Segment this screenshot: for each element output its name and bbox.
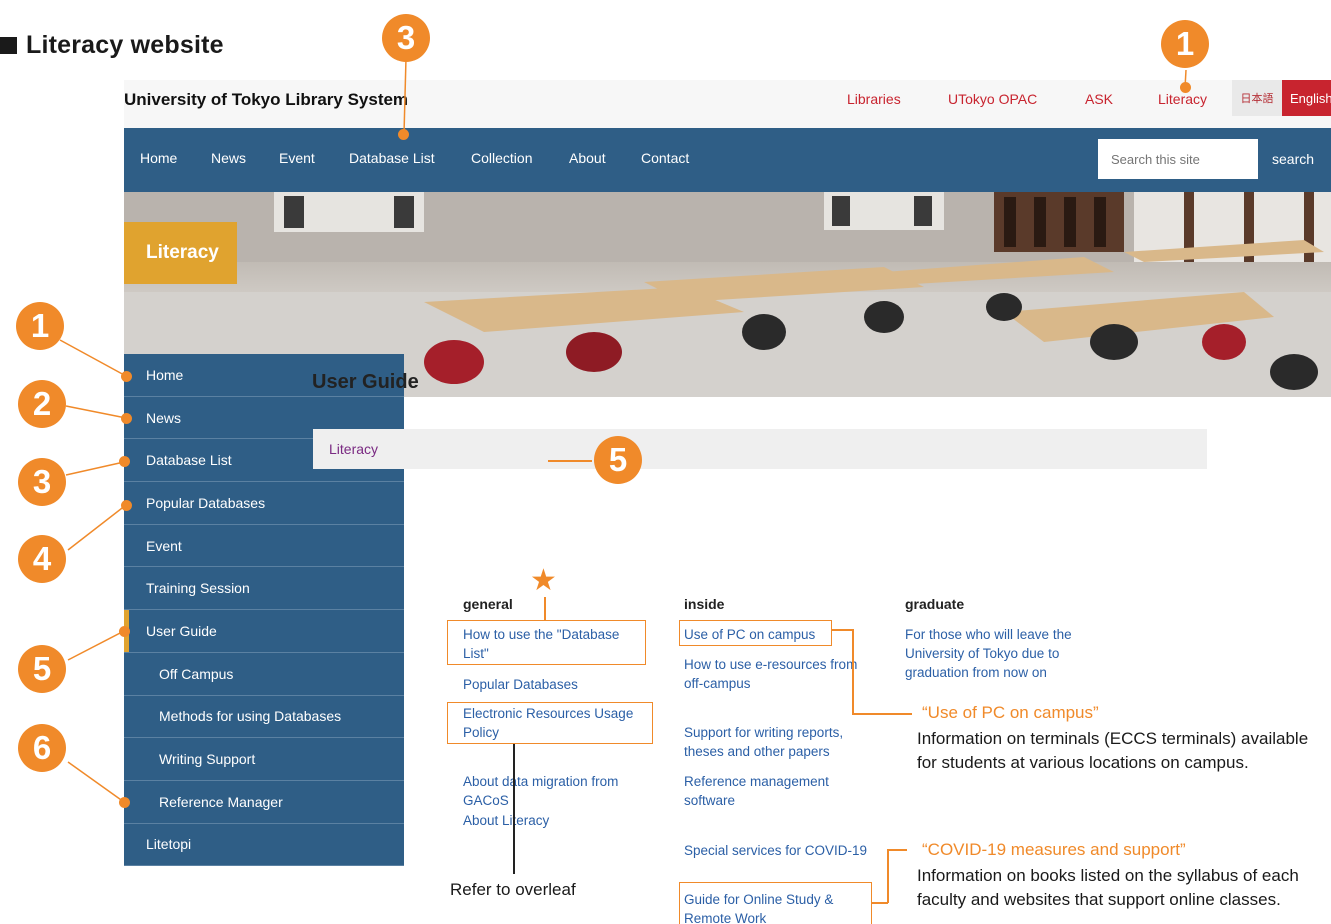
nav-event[interactable]: Event: [279, 150, 315, 166]
connector-pc-1: [832, 629, 853, 631]
link-writing-support[interactable]: Support for writing reports, theses and …: [684, 723, 874, 761]
link-graduates[interactable]: For those who will leave the University …: [905, 625, 1105, 682]
link-popular-databases[interactable]: Popular Databases: [463, 675, 643, 694]
toplink-opac[interactable]: UTokyo OPAC: [948, 91, 1037, 107]
badge-4-side: 4: [18, 535, 66, 583]
highlight-eresources-policy-link: [447, 702, 653, 744]
sidebar-item-training-session[interactable]: Training Session: [124, 567, 404, 611]
nav-news[interactable]: News: [211, 150, 246, 166]
site-title[interactable]: University of Tokyo Library System: [124, 90, 408, 110]
search-button[interactable]: search: [1258, 139, 1331, 179]
toplink-literacy[interactable]: Literacy: [1158, 91, 1207, 107]
nav-home[interactable]: Home: [140, 150, 177, 166]
badge-5-side: 5: [18, 645, 66, 693]
connector-title-badge: [548, 460, 592, 462]
nav-database-list[interactable]: Database List: [349, 150, 435, 166]
badge-5-title: 5: [594, 436, 642, 484]
lang-japanese-button[interactable]: 日本語: [1232, 80, 1282, 116]
link-reference-management[interactable]: Reference management software: [684, 772, 869, 810]
main-nav: Home News Event Database List Collection…: [124, 128, 1331, 192]
connector-pc-3: [852, 713, 912, 715]
sidebar-item-popular-databases[interactable]: Popular Databases: [124, 482, 404, 525]
nav-about[interactable]: About: [569, 150, 606, 166]
badge-3-side: 3: [18, 458, 66, 506]
hero-literacy-badge: Literacy: [124, 222, 237, 284]
sidebar-item-off-campus[interactable]: Off Campus: [124, 652, 404, 696]
dot-side-news: [121, 413, 132, 424]
breadcrumb-literacy[interactable]: Literacy: [329, 441, 378, 457]
link-eresources-offcampus[interactable]: How to use e-resources from off-campus: [684, 655, 869, 693]
dot-side-refmanager: [119, 797, 130, 808]
annotation-covid-text: Information on books listed on the sylla…: [917, 866, 1299, 909]
badge-2-side: 2: [18, 380, 66, 428]
refer-to-overleaf: Refer to overleaf: [450, 880, 576, 899]
dot-side-popular: [121, 500, 132, 511]
sidebar-item-writing-support[interactable]: Writing Support: [124, 738, 404, 781]
heading-square-icon: [0, 36, 17, 54]
search-input[interactable]: [1098, 139, 1258, 179]
column-heading-graduate: graduate: [905, 596, 965, 612]
link-gacos-migration[interactable]: About data migration from GACoS: [463, 772, 643, 810]
column-heading-general: general: [463, 596, 513, 612]
badge-1-side: 1: [16, 302, 64, 350]
link-covid-services[interactable]: Special services for COVID-19: [684, 841, 874, 860]
dot-nav-database: [398, 129, 409, 140]
toplink-libraries[interactable]: Libraries: [847, 91, 901, 107]
badge-3-top: 3: [382, 14, 430, 62]
sidebar-item-user-guide[interactable]: User Guide: [124, 610, 404, 653]
nav-collection[interactable]: Collection: [471, 150, 532, 166]
dot-side-home: [121, 371, 132, 382]
highlight-database-list-link: [447, 620, 646, 665]
lang-english-button[interactable]: English: [1282, 80, 1331, 116]
link-about-literacy[interactable]: About Literacy: [463, 811, 643, 830]
user-guide-title: User Guide: [312, 371, 419, 393]
connector-star: [544, 597, 546, 620]
highlight-pc-campus-link: [679, 620, 832, 646]
connector-overleaf: [513, 744, 515, 874]
connector-pc-2: [852, 629, 854, 714]
breadcrumb: Literacy: [313, 429, 1207, 469]
badge-6-side: 6: [18, 724, 66, 772]
annotation-covid-title: “COVID-19 measures and support”: [922, 840, 1186, 859]
sidebar-item-reference-manager[interactable]: Reference Manager: [124, 780, 404, 824]
sidebar-item-litetopi[interactable]: Litetopi: [124, 823, 404, 867]
connector-covid-1: [872, 902, 888, 904]
dot-top-literacy: [1180, 82, 1191, 93]
sidebar-item-methods-databases[interactable]: Methods for using Databases: [124, 695, 404, 739]
connector-covid-3: [887, 849, 907, 851]
annotation-pc-text: Information on terminals (ECCS terminals…: [917, 729, 1309, 772]
top-bar: University of Tokyo Library System Libra…: [124, 80, 1331, 128]
highlight-online-study-link: [679, 882, 872, 924]
dot-side-userguide: [119, 626, 130, 637]
column-heading-inside: inside: [684, 596, 725, 612]
badge-1-top: 1: [1161, 20, 1209, 68]
nav-contact[interactable]: Contact: [641, 150, 689, 166]
connector-covid-2: [887, 849, 889, 903]
toplink-ask[interactable]: ASK: [1085, 91, 1113, 107]
star-icon: ★: [530, 564, 557, 597]
sidebar-item-event[interactable]: Event: [124, 524, 404, 568]
annotation-pc-title: “Use of PC on campus”: [922, 703, 1099, 722]
page-title: Literacy website: [26, 30, 224, 59]
dot-side-database: [119, 456, 130, 467]
page-heading: Literacy website: [0, 28, 224, 62]
